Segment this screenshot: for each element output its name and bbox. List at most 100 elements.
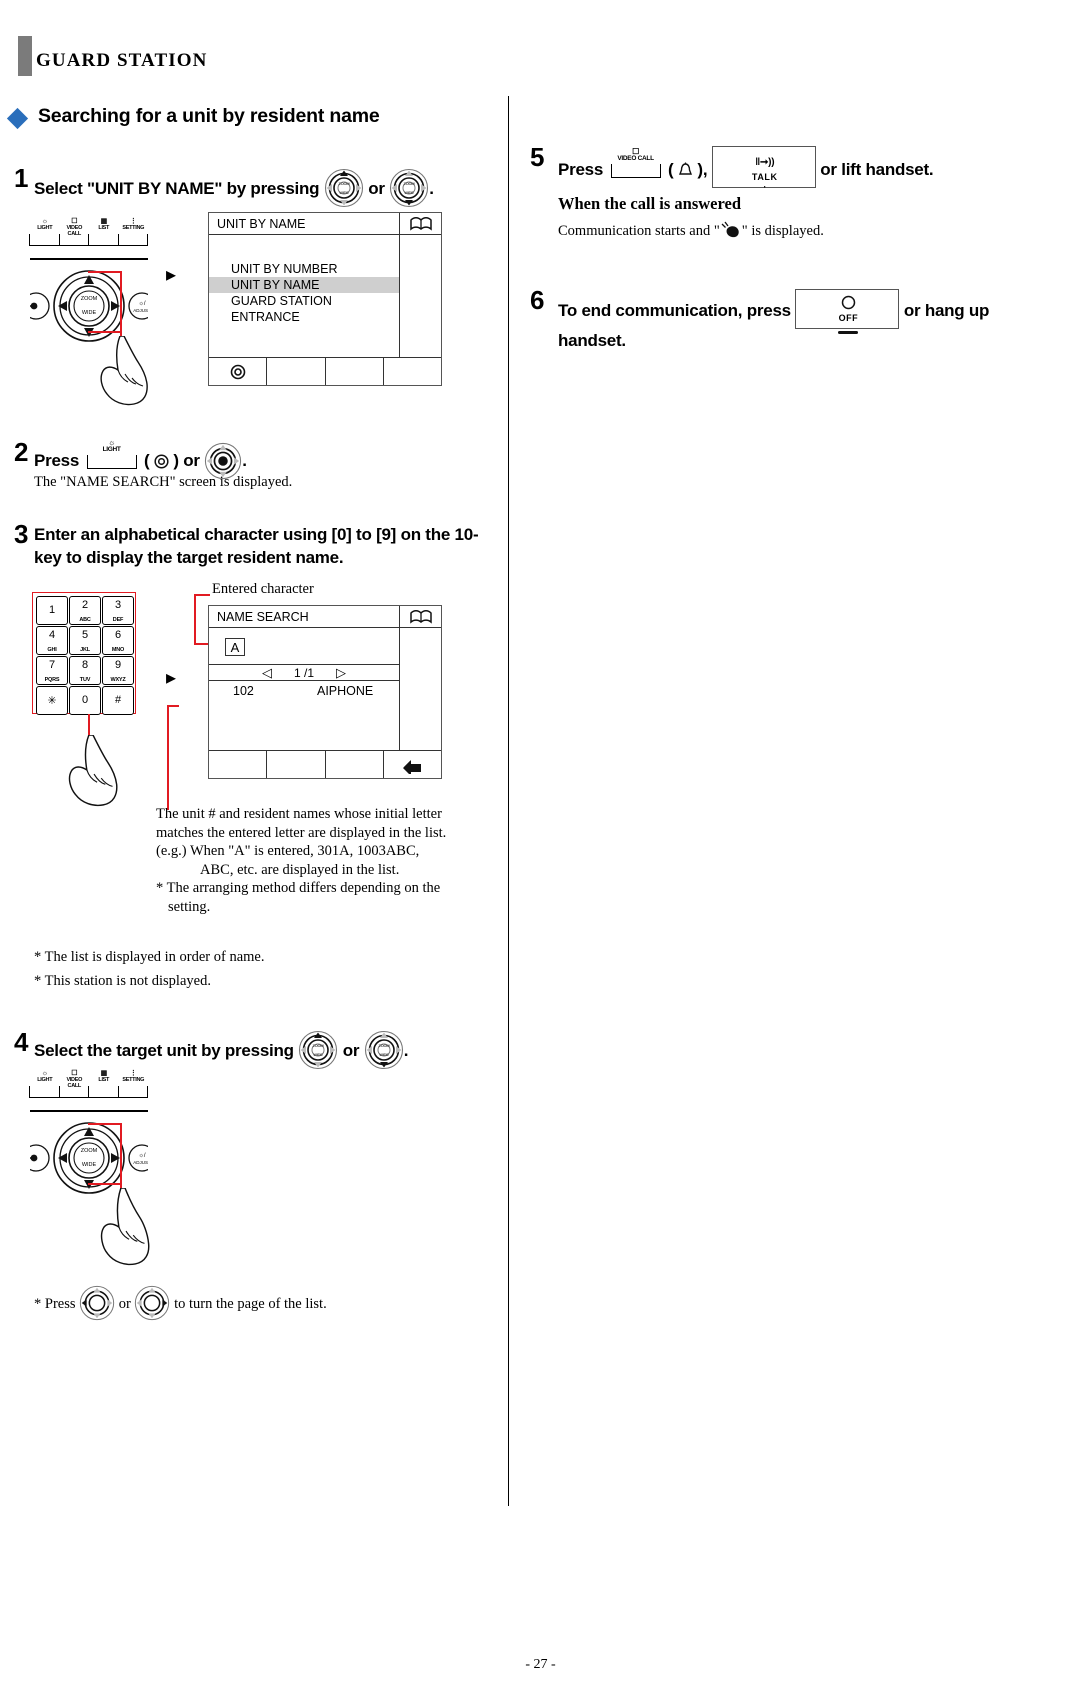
lcd-softkey-4[interactable] <box>384 358 441 385</box>
off-hard-key[interactable]: OFF <box>795 289 900 334</box>
enter-return-icon[interactable] <box>384 751 441 778</box>
jog-dial-up-icon: ZOOM WIDE <box>324 168 364 208</box>
keypad-key-1[interactable]: 1 <box>36 596 68 625</box>
step-6-number: 6 <box>530 285 545 315</box>
triangle-left-icon[interactable]: ◁ <box>262 665 272 681</box>
svg-text:ADJUST: ADJUST <box>133 308 148 313</box>
lcd-page-indicator: 1 /1 <box>293 665 314 680</box>
result-unit-number[interactable]: 102 <box>233 684 254 698</box>
diamond-bullet-icon <box>6 107 29 130</box>
list-icon: ▦ <box>100 218 108 225</box>
keypad-key-3[interactable]: 3 DEF <box>102 596 134 625</box>
pointing-hand-icon-3 <box>94 1188 156 1268</box>
list-explanation: The unit # and resident names whose init… <box>156 805 496 916</box>
video-call-icon: ☐ <box>71 218 78 225</box>
video-call-key-cap[interactable] <box>610 164 661 178</box>
video-call-icon-2: ☐ <box>71 1070 78 1077</box>
step-4-instruction: Select the target unit by pressing ZOOM … <box>34 1030 504 1070</box>
keypad-key-5[interactable]: 5 JKL <box>69 626 101 655</box>
lcd-menu-item-guard-station[interactable]: GUARD STATION <box>231 293 332 309</box>
setting-icon-2: ⋮ <box>129 1070 137 1077</box>
keypad-grid: 1 2 ABC 3 DEF 4 GHI 5 JKL 6 MNO 7 PQRS 8 TUV 9W… <box>36 596 134 715</box>
keypad-key-4[interactable]: 4 GHI <box>36 626 68 655</box>
light-hard-key[interactable]: ☼ LIGHT <box>84 439 140 470</box>
talk-hard-key[interactable]: ‖➞)) TALK · <box>711 146 816 192</box>
step-4-text-or: or <box>342 1041 360 1060</box>
panel-button-caps-2[interactable] <box>29 1086 148 1098</box>
keypad-key-star[interactable]: ✳ <box>36 686 68 715</box>
lcd-right-rail-2 <box>399 628 441 750</box>
keypad-key-hash[interactable]: # <box>102 686 134 715</box>
step-5-text-end: or lift handset. <box>820 160 934 179</box>
panel-cap-video-call-2[interactable] <box>58 1086 89 1098</box>
result-resident-name[interactable]: AIPHONE <box>317 684 373 698</box>
lcd-menu-item-entrance[interactable]: ENTRANCE <box>231 309 300 325</box>
step-3-instruction: Enter an alphabetical character using [0… <box>34 525 479 567</box>
panel-cap-list-2[interactable] <box>88 1086 119 1098</box>
svg-text:ZOOM: ZOOM <box>313 1043 325 1048</box>
communication-handset-icon <box>720 221 742 244</box>
video-call-hard-key[interactable]: ☐ VIDEO CALL <box>608 148 664 179</box>
lcd-softkey-1[interactable] <box>209 358 268 385</box>
answered-heading: When the call is answered <box>558 194 742 213</box>
lcd-softkey-1b[interactable] <box>209 751 268 778</box>
leader-line-h2 <box>88 331 122 333</box>
answered-body-b: " is displayed. <box>741 223 824 239</box>
panel-cap-list[interactable] <box>88 234 119 246</box>
step-1-text-or: or <box>368 179 385 198</box>
keypad-key-9[interactable]: 9 WXYZ <box>102 656 134 685</box>
step-2-number: 2 <box>14 437 29 467</box>
lcd-softkey-2[interactable] <box>267 358 326 385</box>
panel-cap-light[interactable] <box>29 234 60 246</box>
svg-text:ZOOM: ZOOM <box>81 296 98 302</box>
step-2-paren: ( ) or <box>144 451 204 470</box>
list-callout-vert <box>167 705 169 810</box>
keypad-key-6[interactable]: 6 MNO <box>102 626 134 655</box>
lcd-menu-item-unit-by-name[interactable]: UNIT BY NAME <box>209 277 399 293</box>
keypad-key-2[interactable]: 2 ABC <box>69 596 101 625</box>
step-6-text-a: To end communication, press <box>558 301 791 320</box>
step-1-text-a: Select "UNIT BY NAME" by pressing <box>34 179 320 198</box>
triangle-right-icon[interactable]: ▷ <box>336 665 346 681</box>
svg-text:WIDE: WIDE <box>82 1162 97 1168</box>
pointing-hand-icon <box>94 336 154 408</box>
panel-cap-setting[interactable] <box>117 234 148 246</box>
svg-text:WIDE: WIDE <box>314 1052 324 1057</box>
section-heading-label: Searching for a unit by resident name <box>38 105 380 127</box>
leader-line-h1-b <box>88 1123 122 1125</box>
lcd-title: UNIT BY NAME <box>217 216 306 231</box>
lcd-softkey-row <box>209 357 441 385</box>
panel-illustration-step1: ☼ LIGHT ☐ VIDEO CALL ▦ LIST ⋮ SETTING ZOOM W… <box>29 218 148 406</box>
panel-button-caps[interactable] <box>29 234 148 246</box>
keypad-key-7[interactable]: 7 PQRS <box>36 656 68 685</box>
lcd-softkey-row-2 <box>209 750 441 778</box>
keypad-key-0[interactable]: 0 <box>69 686 101 715</box>
panel-cap-setting-2[interactable] <box>117 1086 148 1098</box>
light-key-cap[interactable] <box>86 455 137 469</box>
page-number: - 27 - <box>525 1657 556 1672</box>
panel-illustration-step4: ☼ LIGHT ☐ VIDEO CALL ▦ LIST ⋮ SETTING ZOOM W… <box>29 1070 150 1270</box>
keypad-key-8[interactable]: 8 TUV <box>69 656 101 685</box>
panel-divider-2 <box>30 1110 148 1112</box>
lcd-softkey-3b[interactable] <box>326 751 384 778</box>
panel-cap-light-2[interactable] <box>29 1086 60 1098</box>
panel-divider <box>30 258 148 260</box>
entered-character-box: A <box>225 638 245 656</box>
svg-text:ZOOM: ZOOM <box>404 181 416 186</box>
lcd-softkey-2b[interactable] <box>267 751 326 778</box>
step-4-text-a: Select the target unit by pressing <box>34 1041 294 1060</box>
jog-dial-right-icon <box>134 1285 170 1321</box>
list-explanation-line-1: The unit # and resident names whose init… <box>156 806 442 822</box>
jog-dial-up-icon-2: ZOOM WIDE <box>298 1030 338 1070</box>
list-explanation-line-4: ABC, etc. are displayed in the list. <box>200 861 400 878</box>
panel-cap-video-call[interactable] <box>58 234 89 246</box>
leader-line-h1 <box>88 271 122 273</box>
keypad-illustration: 1 2 ABC 3 DEF 4 GHI 5 JKL 6 MNO 7 PQRS 8 TUV 9W… <box>32 592 136 715</box>
setting-icon: ⋮ <box>129 218 137 225</box>
note-station-not-displayed: * This station is not displayed. <box>34 973 211 989</box>
svg-text:ZOOM: ZOOM <box>81 1148 98 1154</box>
step-2-text-end: . <box>242 451 247 470</box>
lcd-menu-item-unit-by-number[interactable]: UNIT BY NUMBER <box>231 261 338 277</box>
lcd-softkey-3[interactable] <box>326 358 384 385</box>
book-icon-2 <box>399 606 441 628</box>
